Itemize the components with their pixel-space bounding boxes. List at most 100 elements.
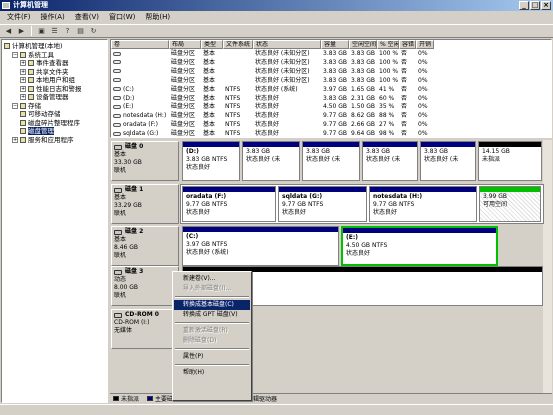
forward-icon[interactable]: ▶	[16, 26, 27, 36]
tree-node-icon	[20, 111, 26, 117]
tree-item[interactable]: + 性能日志和警报	[20, 85, 82, 93]
context-menu-item[interactable]: 属性(P)	[174, 352, 250, 362]
tree-item[interactable]: 可移动存储	[20, 110, 61, 118]
help-icon[interactable]: ?	[62, 26, 73, 36]
tree-item[interactable]: + 本地用户和组	[20, 76, 75, 84]
tree-item[interactable]: + 共享文件夹	[20, 68, 69, 76]
volume-row[interactable]: sqldata (G:) 磁盘分区 基本 NTFS 状态良好 9.77 GB 9.64 GB…	[111, 129, 551, 138]
partition-block[interactable]: 3.99 GB 可用空间	[479, 186, 541, 222]
tree-item-label: 计算机管理(本地)	[12, 42, 63, 50]
tree-item[interactable]: + 服务和应用程序	[12, 136, 74, 144]
volume-cell: 基本	[203, 121, 216, 129]
menu-action[interactable]: 操作(A)	[36, 11, 70, 23]
partition-block[interactable]: oradata (F:) 9.77 GB NTFS 状态良好	[182, 186, 276, 222]
expand-toggle-icon[interactable]: −	[12, 102, 18, 109]
menu-view[interactable]: 查看(V)	[70, 11, 104, 23]
column-header[interactable]: 空闲空间	[349, 40, 377, 49]
tree-item[interactable]: 磁盘碎片整理程序	[20, 119, 80, 127]
expand-toggle-icon[interactable]: +	[20, 68, 26, 75]
menu-bar: 文件(F) 操作(A) 查看(V) 窗口(W) 帮助(H)	[0, 11, 553, 23]
context-menu-item[interactable]: 帮助(H)	[174, 368, 250, 378]
volume-row[interactable]: 磁盘分区 基本 状态良好 (未知分区) 3.83 GB 3.83 GB 100 % 否 0%	[111, 49, 551, 58]
expand-toggle-icon[interactable]: +	[20, 85, 26, 92]
column-header[interactable]: 容量	[321, 40, 349, 49]
partition-text: notesdata (H:) 9.77 GB NTFS 状态良好	[370, 192, 476, 217]
volume-row[interactable]: notesdata (H:) 磁盘分区 基本 NTFS 状态良好 9.77 GB 8.62 …	[111, 111, 551, 120]
expand-toggle-icon[interactable]: +	[12, 136, 18, 143]
tree-item[interactable]: + 设备管理器	[20, 93, 69, 101]
expand-toggle-icon[interactable]: +	[20, 77, 26, 83]
console-icon[interactable]: ▤	[75, 26, 86, 36]
partition-label: (D:)	[186, 148, 199, 155]
partition-block[interactable]: (E:) 4.50 GB NTFS 状态良好	[341, 226, 498, 266]
volume-row[interactable]: (E:) 磁盘分区 基本 NTFS 状态良好 4.50 GB 1.50 GB 35 % 否 0%	[111, 102, 551, 111]
volume-row[interactable]: (C:) 磁盘分区 基本 NTFS 状态良好 (系统) 3.97 GB 1.65 GB 41 …	[111, 85, 551, 94]
volume-icon	[113, 113, 121, 118]
tree-item-label: 设备管理器	[36, 93, 69, 101]
volume-row[interactable]: (D:) 磁盘分区 基本 NTFS 状态良好 3.83 GB 2.31 GB 60 % 否 0%	[111, 94, 551, 103]
disk-label[interactable]: 磁盘 2 基本 8.46 GB 联机	[111, 226, 179, 266]
disk-name: 磁盘 1	[114, 186, 176, 194]
volume-cell: 4.50 GB	[323, 103, 348, 111]
partition-block[interactable]: 3.83 GB 状态良好 (未	[302, 141, 360, 181]
menu-separator	[175, 296, 249, 298]
column-header[interactable]: % 空闲	[377, 40, 399, 49]
disk-label[interactable]: 磁盘 0 基本 33.30 GB 联机	[111, 141, 179, 181]
disk-label[interactable]: 磁盘 3 动态 8.00 GB 联机	[111, 266, 179, 306]
column-header[interactable]: 卷	[111, 40, 169, 49]
context-menu-item[interactable]: 转换成 GPT 磁盘(V)	[174, 310, 250, 320]
column-header[interactable]: 开销	[416, 40, 434, 49]
context-menu-item[interactable]: 新建卷(V)...	[174, 274, 250, 284]
properties-icon[interactable]: ☰	[49, 26, 60, 36]
volume-cell: 8.62 GB	[351, 112, 376, 120]
maximize-button[interactable]: □	[530, 1, 540, 10]
volume-row[interactable]: oradata (F:) 磁盘分区 基本 NTFS 状态良好 9.77 GB 2.66 GB…	[111, 120, 551, 129]
context-menu-item[interactable]: 转换成基本磁盘(C)	[174, 300, 250, 310]
menu-file[interactable]: 文件(F)	[2, 11, 36, 23]
tree-item[interactable]: + 事件查看器	[20, 59, 69, 67]
close-button[interactable]: ×	[541, 1, 551, 10]
column-header[interactable]: 文件系统	[223, 40, 253, 49]
menu-window[interactable]: 窗口(W)	[104, 11, 140, 23]
expand-toggle-icon[interactable]: +	[20, 94, 26, 100]
expand-toggle-icon[interactable]: +	[20, 60, 26, 66]
volume-row[interactable]: 磁盘分区 基本 状态良好 (未知分区) 3.83 GB 3.83 GB 100 % 否 0%	[111, 58, 551, 67]
column-header[interactable]: 布局	[169, 40, 201, 49]
partition-block[interactable]: 3.83 GB 状态良好 (未	[362, 141, 418, 181]
partition-block[interactable]: 3.83 GB 状态良好 (未	[242, 141, 300, 181]
refresh-icon[interactable]: ↻	[88, 26, 99, 36]
tree-item[interactable]: 磁盘管理	[20, 127, 54, 135]
volume-row[interactable]: 磁盘分区 基本 状态良好 (未知分区) 3.83 GB 3.83 GB 100 % 否 0%	[111, 76, 551, 85]
tree-item[interactable]: − 存储	[12, 102, 41, 110]
column-header[interactable]: 类型	[201, 40, 223, 49]
expand-toggle-icon[interactable]: −	[12, 51, 18, 58]
disk-label[interactable]: 磁盘 1 基本 33.29 GB 联机	[111, 184, 179, 224]
back-icon[interactable]: ◀	[3, 26, 14, 36]
partition-block[interactable]: (C:) 3.97 GB NTFS 状态良好 (系统)	[182, 226, 339, 266]
menu-help[interactable]: 帮助(H)	[140, 11, 175, 23]
disk-label[interactable]: CD-ROM 0 CD-ROM (I:) 无媒体	[111, 309, 179, 349]
partition-text: sqldata (G:) 9.77 GB NTFS 状态良好	[279, 192, 366, 217]
volume-cell: 0%	[418, 50, 428, 57]
partition-block[interactable]: 14.15 GB 未指派	[478, 141, 542, 181]
partition-block[interactable]: sqldata (G:) 9.77 GB NTFS 状态良好	[278, 186, 367, 222]
partition-block[interactable]: notesdata (H:) 9.77 GB NTFS 状态良好	[369, 186, 477, 222]
minimize-button[interactable]: _	[519, 1, 529, 10]
disk-icon	[114, 269, 122, 275]
toolbar-separator	[31, 26, 32, 36]
partition-block[interactable]: (D:) 3.83 GB NTFS 状态良好	[182, 141, 240, 181]
up-icon[interactable]: ▣	[36, 26, 47, 36]
volume-cell: NTFS	[225, 130, 241, 138]
volume-cell	[223, 67, 253, 76]
disk-name-text: 磁盘 0	[125, 143, 144, 150]
disk-icon	[114, 144, 122, 150]
volume-cell: 基本	[203, 112, 216, 120]
disk-type: 基本	[114, 236, 127, 243]
tree-item[interactable]: − 系统工具	[12, 51, 54, 59]
tree-item[interactable]: 计算机管理(本地)	[4, 42, 63, 50]
volume-row[interactable]: 磁盘分区 基本 状态良好 (未知分区) 3.83 GB 3.83 GB 100 % 否 0%	[111, 67, 551, 76]
partition-block[interactable]: 3.83 GB 状态良好 (未	[420, 141, 476, 181]
column-header[interactable]: 容错	[399, 40, 416, 49]
partition-label: (C:)	[186, 233, 199, 240]
column-header[interactable]: 状态	[253, 40, 321, 49]
